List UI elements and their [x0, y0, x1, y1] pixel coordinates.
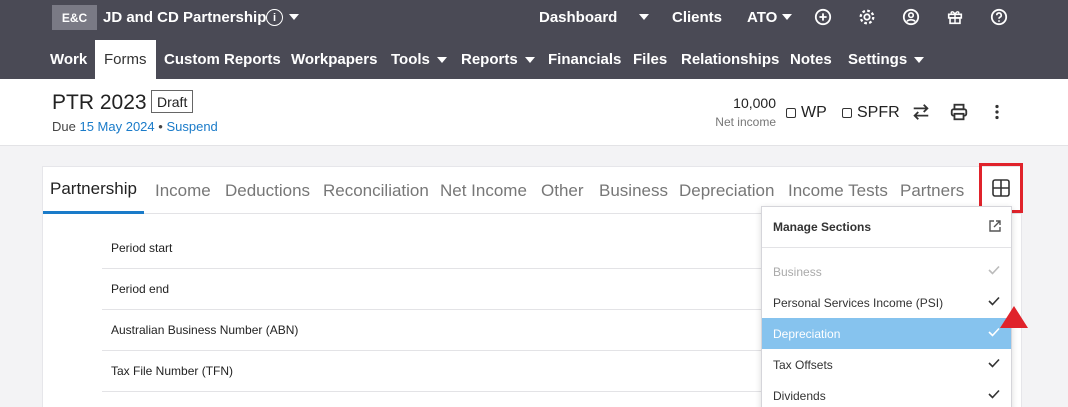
nav-tools[interactable]: Tools	[382, 40, 456, 79]
firm-logo[interactable]: E&C	[52, 5, 97, 30]
manage-sections-dropdown: Manage Sections Business Personal Servic…	[761, 206, 1012, 407]
section-item-business[interactable]: Business	[762, 256, 1011, 287]
nav-notes[interactable]: Notes	[781, 40, 841, 79]
check-icon	[988, 327, 1000, 337]
checkbox-icon	[842, 108, 852, 118]
check-icon	[988, 389, 1000, 399]
page-title: PTR 2023	[52, 91, 147, 114]
chevron-down-icon	[914, 56, 925, 63]
check-icon	[988, 358, 1000, 368]
clients-link[interactable]: Clients	[672, 9, 722, 26]
nav-custom-reports[interactable]: Custom Reports	[155, 40, 290, 79]
client-name[interactable]: JD and CD Partnership	[103, 9, 266, 26]
form-header: PTR 2023 Draft Due 15 May 2024 • Suspend…	[0, 79, 1068, 146]
user-icon[interactable]	[901, 7, 921, 27]
net-income-label: Net income	[715, 115, 776, 129]
period-start-row: Period start	[102, 228, 782, 269]
chevron-down-icon	[524, 56, 535, 63]
external-link-icon[interactable]	[988, 219, 1002, 233]
checkbox-icon	[786, 108, 796, 118]
section-item-psi[interactable]: Personal Services Income (PSI)	[762, 287, 1011, 318]
suspend-link[interactable]: Suspend	[166, 119, 217, 134]
nav-relationships[interactable]: Relationships	[672, 40, 788, 79]
dashboard-link[interactable]: Dashboard	[539, 9, 617, 26]
top-bar: E&C JD and CD Partnership i Dashboard Cl…	[0, 0, 1068, 79]
tab-income[interactable]: Income	[155, 167, 211, 214]
tab-other[interactable]: Other	[541, 167, 584, 214]
help-icon[interactable]	[989, 7, 1009, 27]
grid-icon	[992, 179, 1010, 197]
divider	[762, 247, 1011, 248]
tab-partnership[interactable]: Partnership	[43, 167, 144, 214]
info-icon[interactable]: i	[266, 9, 283, 26]
nav-files[interactable]: Files	[624, 40, 676, 79]
net-income-value: 10,000	[733, 95, 776, 111]
tab-business[interactable]: Business	[599, 167, 668, 214]
tfn-row: Tax File Number (TFN)	[102, 351, 782, 392]
gear-icon[interactable]	[857, 7, 877, 27]
abn-row: Australian Business Number (ABN)	[102, 310, 782, 351]
wp-checkbox[interactable]: WP	[786, 104, 827, 122]
tab-reconciliation[interactable]: Reconciliation	[323, 167, 429, 214]
top-bar-primary-row: E&C JD and CD Partnership i Dashboard Cl…	[0, 0, 1068, 36]
nav-settings[interactable]: Settings	[839, 40, 933, 79]
section-item-tax-offsets[interactable]: Tax Offsets	[762, 349, 1011, 380]
due-date-link[interactable]: 15 May 2024	[79, 119, 154, 134]
section-item-depreciation[interactable]: Depreciation	[762, 318, 1011, 349]
period-end-row: Period end	[102, 269, 782, 310]
chevron-down-icon	[436, 56, 447, 63]
tab-net-income[interactable]: Net Income	[440, 167, 527, 214]
nav-reports[interactable]: Reports	[452, 40, 544, 79]
due-line: Due 15 May 2024 • Suspend	[52, 119, 218, 134]
nav-financials[interactable]: Financials	[539, 40, 630, 79]
status-badge: Draft	[151, 90, 194, 113]
ato-link[interactable]: ATO	[747, 9, 777, 26]
plus-circle-icon[interactable]	[813, 7, 833, 27]
dropdown-title: Manage Sections	[773, 220, 872, 234]
main-nav: Work Forms Custom Reports Workpapers Too…	[0, 40, 1068, 79]
annotation-arrow-icon	[1000, 306, 1028, 328]
chevron-down-icon[interactable]	[782, 14, 792, 20]
nav-forms[interactable]: Forms	[95, 40, 156, 79]
chevron-down-icon[interactable]	[639, 14, 649, 20]
more-options-icon[interactable]	[986, 101, 1008, 123]
check-icon	[988, 296, 1000, 306]
spfr-checkbox[interactable]: SPFR	[842, 104, 900, 122]
section-item-dividends[interactable]: Dividends	[762, 380, 1011, 407]
transfer-icon[interactable]	[910, 101, 932, 123]
nav-workpapers[interactable]: Workpapers	[282, 40, 386, 79]
print-icon[interactable]	[948, 101, 970, 123]
nav-work[interactable]: Work	[41, 40, 96, 79]
check-icon	[988, 265, 1000, 275]
gift-icon[interactable]	[945, 7, 965, 27]
tab-deductions[interactable]: Deductions	[225, 167, 310, 214]
chevron-down-icon[interactable]	[289, 14, 299, 20]
